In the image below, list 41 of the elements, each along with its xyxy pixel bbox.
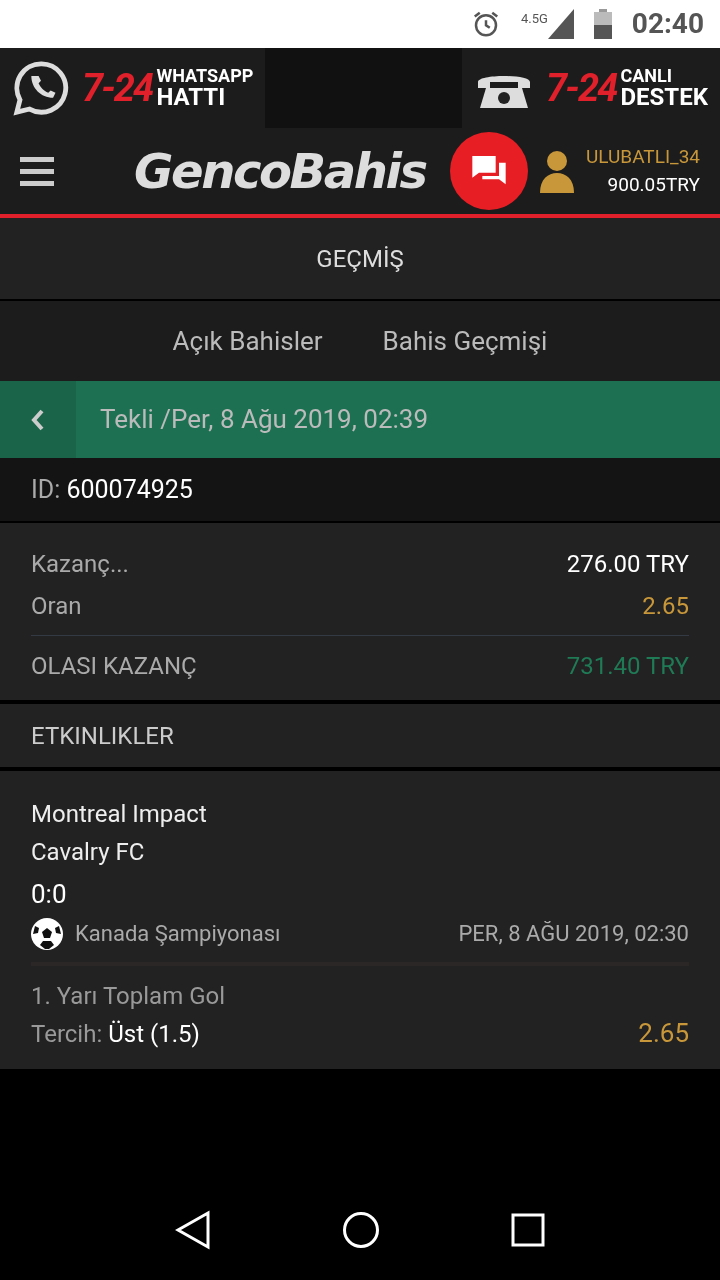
balance: 900.05TRY	[607, 172, 700, 198]
clock: 02:40	[631, 6, 704, 42]
market: 1. Yarı Toplam Gol	[31, 981, 227, 1012]
league: Kanada Şampiyonası	[75, 920, 281, 948]
odds: 2.65	[638, 1017, 689, 1050]
banner-text: HATTI	[156, 85, 227, 109]
chat-bubble-icon	[12, 59, 70, 117]
battery-icon	[593, 9, 612, 39]
bet-id: ID: 600074925	[31, 473, 193, 506]
recents-nav-icon[interactable]	[510, 1213, 545, 1247]
home-nav-icon[interactable]	[342, 1211, 380, 1249]
banner-text: WHATSAPP	[156, 67, 254, 85]
soccer-ball-icon	[31, 917, 63, 950]
summary-value: 276.00 TRY	[566, 549, 689, 580]
total-label: OLASI KAZANÇ	[31, 651, 197, 682]
section-title: ETKINLIKLER	[31, 720, 174, 752]
summary-label: Kazanç...	[31, 549, 129, 580]
back-nav-icon[interactable]	[175, 1210, 212, 1250]
banner-text: DESTEK	[620, 85, 708, 109]
event-date: PER, 8 AĞU 2019, 02:30	[458, 920, 689, 948]
pick: Tercih: Üst (1.5)	[31, 1018, 200, 1050]
chevron-left-icon	[30, 407, 46, 432]
tab[interactable]: Açık Bahisler	[172, 313, 323, 369]
logo[interactable]: GencoBahis	[134, 135, 426, 207]
username[interactable]: ULUBATLI_34	[585, 142, 700, 171]
menu-icon[interactable]	[20, 155, 54, 187]
bet-title: Tekli /Per, 8 Ağu 2019, 02:39	[100, 403, 429, 436]
banner-number: 7-24	[546, 69, 617, 107]
tab[interactable]: Bahis Geçmişi	[382, 313, 548, 369]
team-name: Cavalry FC	[31, 837, 146, 868]
team-name: Montreal Impact	[31, 799, 208, 830]
signal-icon	[547, 9, 574, 39]
score: 0:0	[31, 878, 68, 911]
summary-label: Oran	[31, 591, 82, 622]
summary-value: 2.65	[642, 591, 689, 622]
banner-text: CANLI	[620, 67, 674, 85]
banner-number: 7-24	[82, 69, 153, 107]
total-value: 731.40 TRY	[566, 651, 689, 682]
page-title: GEÇMİŞ	[316, 243, 404, 275]
user-icon[interactable]	[539, 149, 574, 193]
network-label: 4.5G	[520, 10, 548, 28]
